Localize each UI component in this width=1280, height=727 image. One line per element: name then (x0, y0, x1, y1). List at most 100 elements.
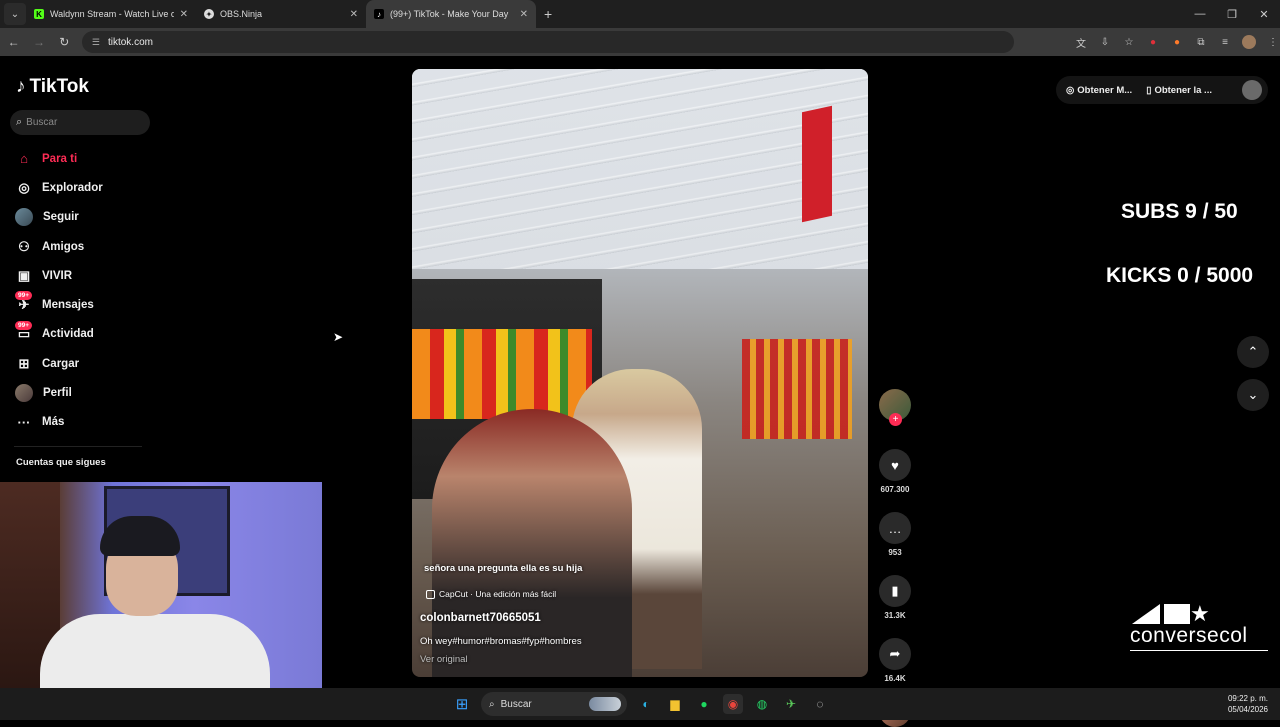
windows-start-icon[interactable]: ⊞ (452, 694, 472, 714)
video-caption: señora una pregunta ella es su hija (424, 563, 583, 574)
get-app-button[interactable]: ▯ Obtener la ... (1146, 85, 1212, 96)
site-info-icon[interactable]: ☰ (92, 37, 100, 48)
get-coins-button[interactable]: ◎ Obtener M... (1066, 85, 1132, 96)
taskbar-search[interactable]: ⌕ Buscar (481, 692, 627, 716)
tiktok-logo[interactable]: ♪ TikTok (16, 76, 89, 98)
translate-icon[interactable]: 文 (1074, 35, 1088, 50)
tab-search-button[interactable]: ⌄ (4, 3, 26, 25)
tab-title: (99+) TikTok - Make Your Day (390, 9, 509, 19)
sidebar-item-actividad[interactable]: ▭ 99+ Actividad (14, 320, 103, 349)
reload-icon[interactable]: ↻ (53, 35, 76, 49)
sidebar-item-explorador[interactable]: ◎ Explorador (14, 173, 102, 202)
chrome-icon[interactable]: ◉ (723, 694, 743, 714)
clock-date: 05/04/2026 (1227, 705, 1268, 714)
brand-mark-icon: ★ (1132, 601, 1230, 626)
forward-icon[interactable]: → (27, 35, 50, 49)
sidebar-item-para-ti[interactable]: ⌂ Para ti (14, 144, 103, 173)
logo-text: TikTok (29, 76, 89, 97)
get-app-label: Obtener la ... (1154, 84, 1212, 96)
sidebar-item-label: Amigos (42, 240, 85, 253)
friends-icon: ⚇ (18, 238, 30, 254)
minimize-icon[interactable]: — (1184, 8, 1216, 20)
upload-icon: ⊞ (18, 355, 30, 371)
video-produce (412, 329, 592, 419)
restore-icon[interactable]: ❐ (1216, 8, 1248, 21)
video-description[interactable]: Oh wey#humor#bromas#fyp#hombres (420, 636, 582, 647)
video-player[interactable]: señora una pregunta ella es su hija CapC… (412, 69, 868, 677)
comment-icon: … (888, 520, 902, 536)
tab-obs-ninja[interactable]: ✦ OBS.Ninja ✕ (196, 0, 366, 28)
subs-counter: SUBS 9 / 50 (1121, 200, 1238, 223)
next-video-button[interactable]: ⌄ (1237, 379, 1269, 411)
close-tab-icon[interactable]: ✕ (350, 9, 358, 20)
search-highlight-icon (589, 697, 621, 711)
search-icon: ⌕ (16, 116, 23, 128)
video-aisle-products (742, 339, 852, 439)
home-icon: ⌂ (20, 151, 28, 167)
sidebar-item-mas[interactable]: ··· Más (14, 408, 103, 437)
url-field[interactable]: ☰ tiktok.com (81, 31, 1014, 53)
sidebar-item-mensajes[interactable]: ✈ 99+ Mensajes (14, 290, 103, 319)
like-button[interactable]: ♥ (879, 449, 911, 481)
close-window-icon[interactable]: ✕ (1248, 8, 1280, 21)
system-clock[interactable]: 09:22 p. m. 05/04/2026 (1228, 693, 1268, 715)
install-app-icon[interactable]: ⇩ (1098, 35, 1112, 49)
search-input[interactable]: ⌕ Buscar (10, 110, 150, 135)
extensions-puzzle-icon[interactable]: ⧉ (1194, 35, 1208, 49)
profile-avatar-icon[interactable] (1242, 35, 1256, 49)
chevron-down-icon: ⌄ (1247, 387, 1259, 402)
tab-waldynn-stream[interactable]: K Waldynn Stream - Watch Live o ✕ (26, 0, 196, 28)
capcut-link[interactable]: CapCut · Una edición más fácil (426, 589, 556, 599)
previous-video-button[interactable]: ⌃ (1237, 336, 1269, 368)
whatsapp-icon[interactable]: ◍ (752, 694, 772, 714)
bookmark-star-icon[interactable]: ☆ (1122, 35, 1136, 49)
tab-tiktok[interactable]: ♪ (99+) TikTok - Make Your Day ✕ (366, 0, 536, 28)
sidebar-nav: ⌂ Para ti ◎ Explorador Seguir ⚇ Amigos ▣… (14, 144, 103, 437)
activity-badge: 99+ (15, 320, 33, 330)
edge-icon[interactable]: ◐ (636, 694, 656, 714)
share-count: 16.4K (884, 674, 906, 683)
extension-orange-icon[interactable]: ● (1170, 35, 1184, 49)
tab-title: Waldynn Stream - Watch Live o (50, 9, 174, 19)
telegram-icon[interactable]: ✈ (781, 694, 801, 714)
creator-avatar[interactable]: + (879, 389, 911, 426)
close-tab-icon[interactable]: ✕ (520, 9, 528, 20)
share-button[interactable]: ➦ (879, 638, 911, 670)
spotify-icon[interactable]: ● (694, 694, 714, 714)
get-coins-label: Obtener M... (1077, 84, 1133, 96)
sidebar-item-label: Perfil (43, 387, 72, 400)
sidebar-item-cargar[interactable]: ⊞ Cargar (14, 349, 103, 378)
profile-icon (15, 384, 33, 403)
search-icon: ⌕ (489, 698, 495, 710)
follow-plus-icon[interactable]: + (889, 413, 902, 426)
obs-icon[interactable]: ◌ (810, 694, 830, 714)
sidebar-item-label: Mensajes (42, 299, 94, 312)
brand-underline (1130, 650, 1268, 651)
conversecol-logo: ★ conversecol (1130, 601, 1272, 651)
see-original-link[interactable]: Ver original (420, 654, 468, 665)
back-icon[interactable]: ← (2, 35, 25, 49)
sidebar-item-amigos[interactable]: ⚇ Amigos (14, 232, 103, 261)
user-avatar[interactable] (1242, 80, 1262, 100)
save-button[interactable]: ▮ (879, 575, 911, 607)
extensions-toolbar: 文 ⇩ ☆ ● ● ⧉ ≡ ⋮ (1074, 35, 1280, 50)
file-explorer-icon[interactable]: ▆ (665, 694, 685, 714)
extension-red-icon[interactable]: ● (1146, 35, 1160, 49)
tiktok-icon: ♪ (374, 9, 384, 19)
sidebar-item-seguir[interactable]: Seguir (14, 203, 103, 232)
save-count: 31.3K (884, 611, 906, 620)
new-tab-button[interactable]: + (544, 6, 552, 22)
sidebar-item-label: Seguir (43, 211, 79, 224)
obs-ninja-icon: ✦ (204, 9, 214, 19)
taskbar-apps: ⊞ ⌕ Buscar ◐ ▆ ● ◉ ◍ ✈ ◌ (452, 692, 830, 716)
sidebar-item-vivir[interactable]: ▣ VIVIR (14, 261, 103, 290)
comment-button[interactable]: … (879, 512, 911, 544)
sidebar-item-perfil[interactable]: Perfil (14, 378, 103, 407)
webcam-overlay (0, 482, 322, 688)
close-tab-icon[interactable]: ✕ (180, 9, 188, 20)
video-author[interactable]: colonbarnett70665051 (420, 612, 541, 624)
media-control-icon[interactable]: ≡ (1218, 35, 1232, 49)
bookmark-icon: ▮ (891, 583, 899, 598)
menu-kebab-icon[interactable]: ⋮ (1266, 35, 1280, 49)
sidebar-item-label: Cargar (42, 357, 80, 370)
